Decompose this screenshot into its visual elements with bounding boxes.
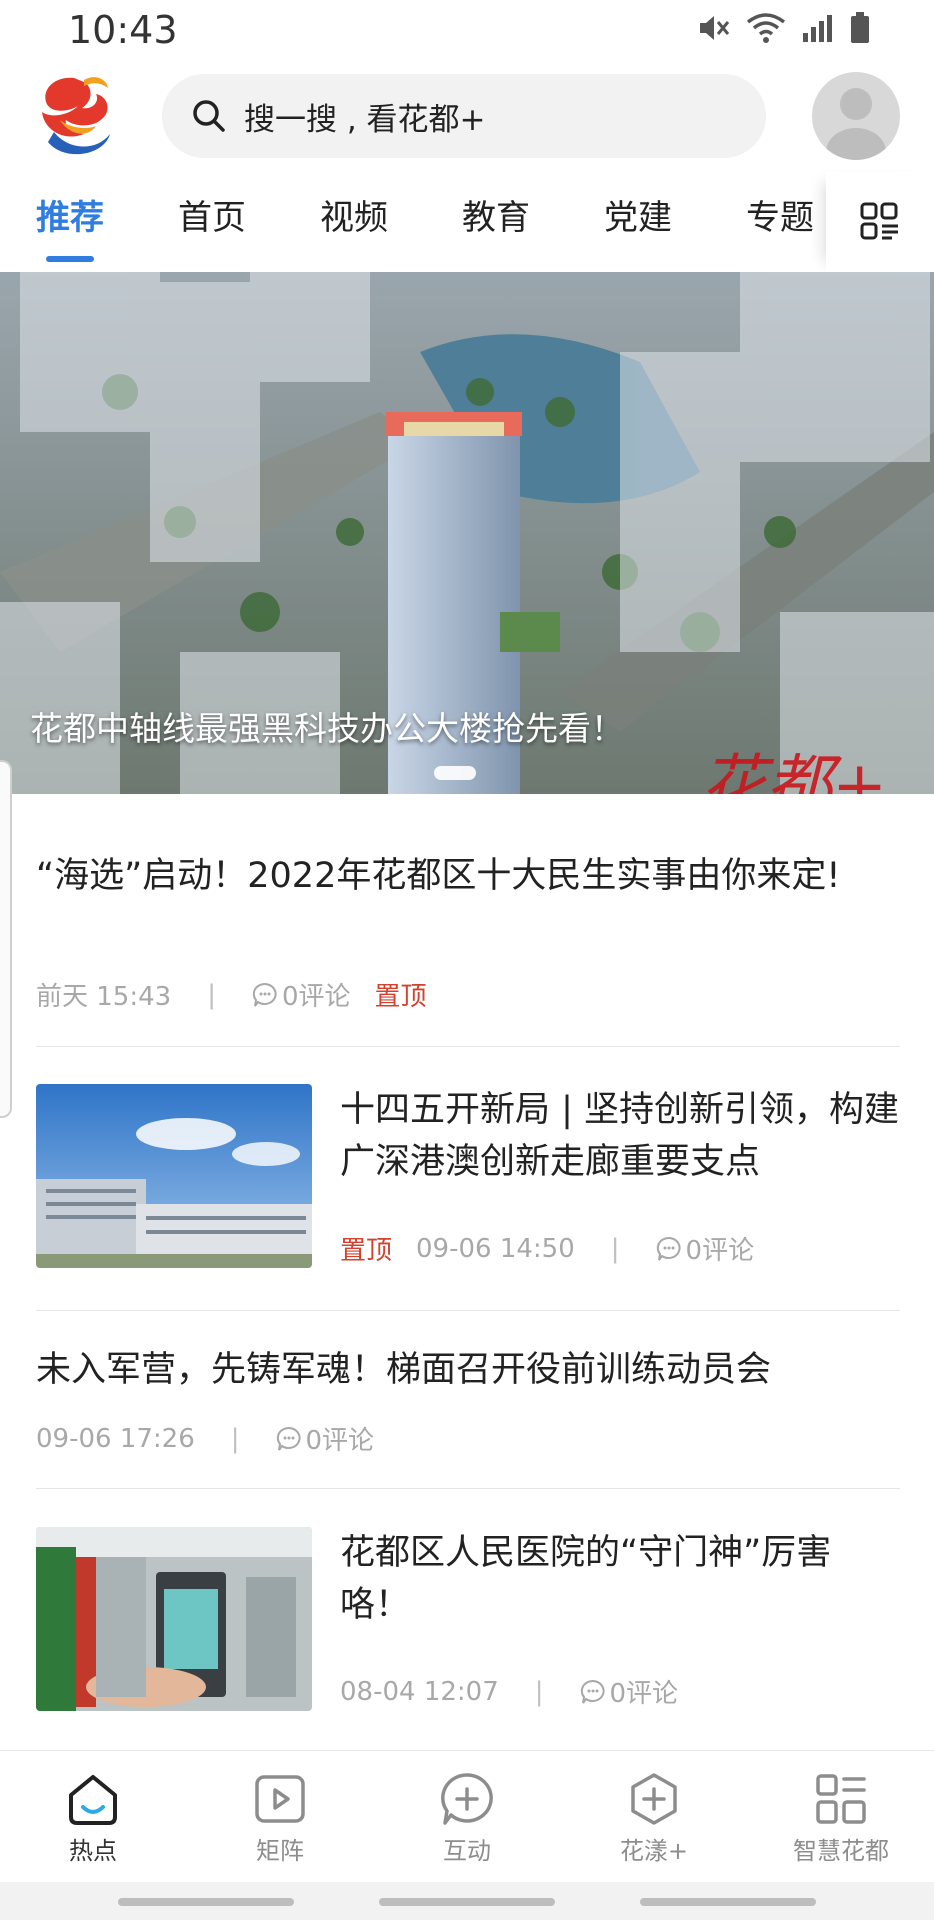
- tab-recommend[interactable]: 推荐: [36, 190, 104, 239]
- news-thumbnail-4[interactable]: [36, 1527, 312, 1711]
- status-icons: [696, 12, 870, 44]
- tab-education[interactable]: 教育: [462, 190, 530, 239]
- app-header: 搜一搜 , 看花都+: [0, 62, 934, 172]
- search-icon: [193, 100, 225, 132]
- nav-label: 智慧花都: [793, 1837, 889, 1865]
- news-item-2[interactable]: 十四五开新局 | 坚持创新引领，构建广深港澳创新走廊重要支点: [340, 1084, 900, 1188]
- news-time: 前天 15:43: [36, 982, 172, 1012]
- feed-divider: [36, 1310, 900, 1311]
- comment-icon: [276, 1426, 301, 1451]
- back-gesture[interactable]: [640, 1898, 816, 1906]
- tab-home[interactable]: 首页: [178, 190, 246, 239]
- tab-video[interactable]: 视频: [320, 190, 388, 239]
- hexagon-plus-icon: [631, 1773, 677, 1825]
- home-gesture[interactable]: [379, 1898, 555, 1906]
- video-icon: [255, 1775, 305, 1823]
- comment-count: 0评论: [580, 1673, 679, 1710]
- feed-divider: [36, 1046, 900, 1047]
- avatar-silhouette-icon: [826, 88, 886, 160]
- meta-separator: |: [230, 1423, 240, 1454]
- comment-count-text: 0评论: [281, 982, 351, 1012]
- search-bar[interactable]: 搜一搜 , 看花都+: [162, 74, 766, 158]
- news-title: 十四五开新局 | 坚持创新引领，构建广深港澳创新走廊重要支点: [340, 1090, 900, 1182]
- comment-count-text: 0评论: [305, 1426, 375, 1456]
- nav-interact[interactable]: 互动: [392, 1771, 542, 1866]
- wifi-icon: [746, 13, 786, 43]
- comment-icon: [580, 1679, 605, 1704]
- comment-count-text: 0评论: [609, 1679, 679, 1709]
- featured-banner[interactable]: 花都中轴线最强黑科技办公大楼抢先看！ 花都+: [0, 272, 934, 794]
- tab-topics[interactable]: 专题: [746, 190, 814, 239]
- news-item-3[interactable]: 未入军营，先铸军魂！梯面召开役前训练动员会: [36, 1344, 900, 1396]
- news-title: 未入军营，先铸军魂！梯面召开役前训练动员会: [36, 1350, 772, 1390]
- apps-grid-icon: [816, 1774, 866, 1824]
- news-time: 09-06 14:50: [416, 1233, 575, 1264]
- bottom-navigation: 热点 矩阵 互动 花漾+ 智慧花都: [0, 1750, 934, 1883]
- news-item-4[interactable]: 花都区人民医院的“守门神”厉害咯！: [340, 1527, 900, 1631]
- comment-count: 0评论: [252, 976, 351, 1013]
- nav-smart-huadu[interactable]: 智慧花都: [766, 1771, 916, 1866]
- nav-label: 互动: [443, 1837, 491, 1865]
- news-time: 09-06 17:26: [36, 1423, 195, 1454]
- signal-icon: [803, 15, 832, 42]
- pinned-badge: 置顶: [374, 982, 427, 1012]
- system-navigation-bar: [0, 1882, 934, 1920]
- news-title: “海选”启动！2022年花都区十大民生实事由你来定!: [36, 856, 841, 896]
- nav-label: 花漾+: [619, 1837, 689, 1865]
- active-tab-indicator: [46, 256, 94, 262]
- nav-huayang[interactable]: 花漾+: [579, 1771, 729, 1866]
- home-icon: [69, 1775, 117, 1825]
- tab-party[interactable]: 党建: [604, 190, 672, 239]
- office-buildings-photo: [36, 1084, 312, 1268]
- grid-menu-icon: [860, 202, 898, 240]
- banner-watermark: 花都+: [700, 747, 888, 794]
- news-item-1[interactable]: “海选”启动！2022年花都区十大民生实事由你来定!: [36, 850, 900, 902]
- comment-count-text: 0评论: [685, 1236, 755, 1266]
- more-channels-button[interactable]: [826, 172, 934, 272]
- news-time: 08-04 12:07: [340, 1676, 499, 1707]
- nav-hot[interactable]: 热点: [18, 1771, 168, 1866]
- pinned-badge: 置顶: [340, 1236, 393, 1266]
- banner-caption: 花都中轴线最强黑科技办公大楼抢先看！: [30, 709, 624, 748]
- news-meta-2: 置顶 09-06 14:50 | 0评论: [340, 1230, 754, 1267]
- nav-label: 热点: [69, 1837, 117, 1865]
- news-meta-3: 09-06 17:26 | 0评论: [36, 1420, 374, 1457]
- comment-count: 0评论: [276, 1420, 375, 1457]
- nav-label: 矩阵: [256, 1837, 304, 1865]
- search-placeholder: 搜一搜 , 看花都+: [244, 101, 486, 138]
- side-drawer-handle[interactable]: [0, 760, 12, 1118]
- news-thumbnail-2[interactable]: [36, 1084, 312, 1268]
- hospital-entrance-photo: [36, 1527, 312, 1711]
- comment-count: 0评论: [656, 1230, 755, 1267]
- comment-icon: [252, 982, 277, 1007]
- feed-divider: [36, 1488, 900, 1489]
- meta-separator: |: [610, 1233, 620, 1264]
- category-tabs: 推荐 首页 视频 教育 党建 专题: [0, 172, 934, 273]
- meta-separator: |: [207, 979, 216, 1010]
- chat-plus-icon: [441, 1773, 493, 1825]
- news-title: 花都区人民医院的“守门神”厉害咯！: [340, 1533, 832, 1625]
- recent-apps-gesture[interactable]: [118, 1898, 294, 1906]
- mute-icon: [700, 16, 730, 40]
- news-meta-1: 前天 15:43 | 0评论 置顶: [36, 976, 427, 1013]
- meta-separator: |: [534, 1676, 544, 1707]
- banner-page-indicator: [434, 766, 476, 780]
- status-bar: 10:43: [0, 0, 934, 62]
- battery-icon: [851, 12, 869, 43]
- user-avatar[interactable]: [812, 72, 900, 160]
- huadu-logo[interactable]: [34, 72, 116, 160]
- nav-matrix[interactable]: 矩阵: [205, 1771, 355, 1866]
- status-time: 10:43: [68, 8, 178, 52]
- news-meta-4: 08-04 12:07 | 0评论: [340, 1673, 678, 1710]
- comment-icon: [656, 1236, 681, 1261]
